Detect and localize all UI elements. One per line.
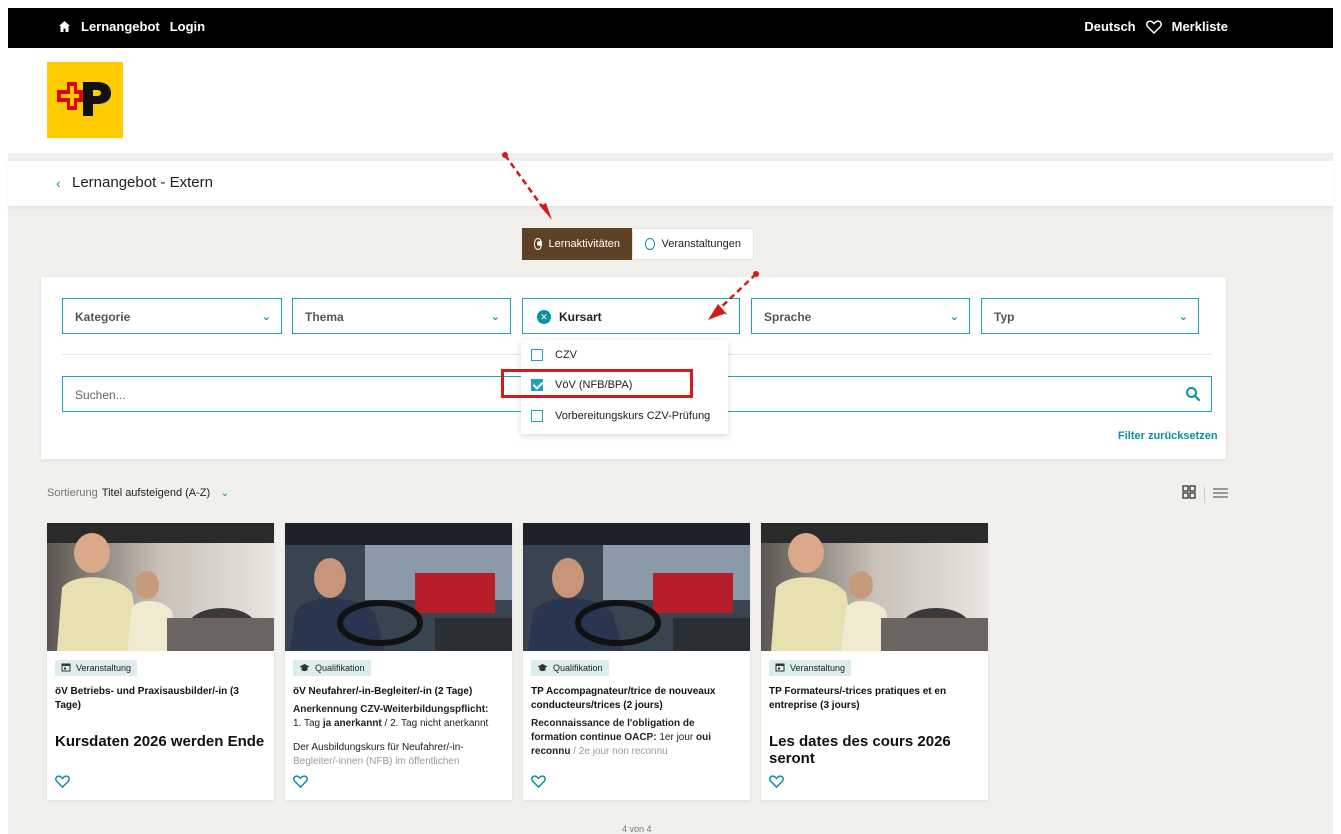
calendar-icon — [61, 662, 71, 674]
type-badge: Qualifikation — [293, 660, 371, 676]
course-image — [285, 523, 512, 651]
chevron-down-icon: ⌄ — [949, 311, 959, 323]
heart-icon[interactable] — [531, 775, 546, 789]
card-title[interactable]: TP Accompagnateur/trice de nouveaux cond… — [531, 685, 736, 713]
card-title[interactable]: öV Betriebs- und Praxisausbilder/-in (3 … — [55, 685, 260, 713]
search-placeholder: Suchen... — [75, 388, 126, 402]
filter-kursart-label: Kursart — [559, 310, 602, 324]
tab-veranstaltungen[interactable]: Veranstaltungen — [632, 228, 754, 260]
list-view-icon[interactable] — [1213, 486, 1228, 504]
chevron-left-icon[interactable]: ‹ — [56, 175, 61, 191]
card-body-bold: ja anerkannt — [322, 718, 382, 729]
chevron-up-icon: ⌃ — [719, 311, 729, 323]
calendar-icon — [775, 662, 785, 674]
pagination-count: 4 von 4 — [622, 824, 652, 834]
badge-label: Veranstaltung — [790, 663, 846, 673]
filter-kategorie[interactable]: Kategorie ⌄ — [62, 298, 282, 334]
heart-icon[interactable] — [769, 775, 784, 789]
card-description: Anerkennung CZV-Weiterbildungspflicht: 1… — [293, 703, 505, 731]
option-label: CZV — [555, 349, 577, 361]
filter-kategorie-label: Kategorie — [75, 310, 131, 324]
course-card[interactable]: Veranstaltung TP Formateurs/-trices prat… — [761, 523, 988, 800]
dropdown-option-vorbereitungskurs[interactable]: Vorbereitungskurs CZV-Prüfung — [531, 410, 710, 422]
filter-typ[interactable]: Typ ⌄ — [981, 298, 1199, 334]
heart-icon[interactable] — [55, 775, 70, 789]
tab-lernaktivitaeten-label: Lernaktivitäten — [548, 238, 620, 250]
heart-icon[interactable] — [1145, 19, 1162, 34]
filter-kursart[interactable]: ✕ Kursart ⌃ — [522, 298, 740, 334]
course-card[interactable]: Qualifikation öV Neufahrer/-in-Begleiter… — [285, 523, 512, 800]
filter-typ-label: Typ — [994, 310, 1015, 324]
course-image — [523, 523, 750, 651]
type-badge: Veranstaltung — [55, 660, 138, 676]
sort-label: Sortierung — [47, 486, 98, 499]
view-switcher — [1182, 485, 1228, 504]
badge-label: Qualifikation — [553, 663, 603, 673]
card-body-bold: Anerkennung CZV-Weiterbildungspflicht: — [293, 704, 489, 715]
card-body-text: / 2. Tag nicht anerkannt — [381, 718, 489, 729]
home-icon[interactable] — [58, 20, 71, 33]
type-badge: Veranstaltung — [769, 660, 852, 676]
card-highlight-text: Kursdaten 2026 werden Ende — [55, 733, 265, 750]
highlight-box — [501, 369, 693, 398]
course-card[interactable]: Qualifikation TP Accompagnateur/trice de… — [523, 523, 750, 800]
tab-lernaktivitaeten[interactable]: Lernaktivitäten — [522, 228, 632, 260]
option-label: Vorbereitungskurs CZV-Prüfung — [555, 410, 711, 422]
course-card[interactable]: Veranstaltung öV Betriebs- und Praxisaus… — [47, 523, 274, 800]
nav-lernangebot[interactable]: Lernangebot — [81, 19, 160, 34]
divider — [1204, 486, 1205, 503]
filter-sprache-label: Sprache — [764, 310, 812, 324]
course-image — [761, 523, 988, 651]
card-description: Reconnaissance de l'obligation de format… — [531, 717, 743, 759]
card-summary-text: Der Ausbildungskurs für Neufahrer/-in- — [293, 742, 464, 753]
card-highlight-text: Les dates des cours 2026 seront — [769, 733, 951, 767]
post-logo[interactable] — [47, 62, 123, 138]
tab-veranstaltungen-label: Veranstaltungen — [661, 238, 741, 250]
card-summary: Der Ausbildungskurs für Neufahrer/-in- B… — [293, 741, 505, 769]
sort-value: Titel aufsteigend (A-Z) — [101, 486, 211, 499]
card-body-text: 1er jour — [656, 732, 697, 743]
graduation-cap-icon — [537, 663, 548, 674]
view-toggle: Lernaktivitäten Veranstaltungen — [522, 228, 754, 260]
dropdown-option-czv[interactable]: CZV — [531, 349, 577, 361]
chevron-down-icon: ⌄ — [490, 311, 500, 323]
card-title[interactable]: TP Formateurs/-trices pratiques et en en… — [769, 685, 974, 713]
reset-filters-link[interactable]: Filter zurücksetzen — [1118, 430, 1218, 442]
checkbox-icon[interactable] — [531, 410, 543, 422]
language-selector[interactable]: Deutsch — [1084, 19, 1135, 34]
card-body-text: 1. Tag — [293, 718, 323, 729]
nav-login[interactable]: Login — [170, 19, 205, 34]
breadcrumb: ‹ Lernangebot - Extern — [8, 161, 1333, 206]
checkbox-icon[interactable] — [531, 349, 543, 361]
card-title[interactable]: öV Neufahrer/-in-Begleiter/-in (2 Tage) — [293, 685, 498, 699]
radio-unselected-icon — [645, 238, 656, 250]
clear-filter-icon[interactable]: ✕ — [537, 310, 551, 324]
chevron-down-icon: ⌄ — [261, 311, 271, 323]
nav-merkliste[interactable]: Merkliste — [1172, 19, 1228, 34]
badge-label: Veranstaltung — [76, 663, 132, 673]
graduation-cap-icon — [299, 663, 310, 674]
radio-selected-icon — [534, 238, 543, 250]
top-navigation-bar: Lernangebot Login Deutsch Merkliste — [8, 8, 1333, 48]
badge-label: Qualifikation — [315, 663, 365, 673]
chevron-down-icon: ⌄ — [1178, 311, 1188, 323]
card-summary-fade: Begleiter/-innen (NFB) im öffentlichen — [293, 756, 460, 767]
filter-thema-label: Thema — [305, 310, 344, 324]
search-icon[interactable] — [1185, 386, 1201, 402]
heart-icon[interactable] — [293, 775, 308, 789]
course-image — [47, 523, 274, 651]
filter-thema[interactable]: Thema ⌄ — [292, 298, 511, 334]
chevron-down-icon: ⌄ — [220, 487, 230, 499]
grid-view-icon[interactable] — [1182, 485, 1196, 504]
page-title: Lernangebot - Extern — [72, 174, 213, 191]
type-badge: Qualifikation — [531, 660, 609, 676]
filter-sprache[interactable]: Sprache ⌄ — [751, 298, 970, 334]
card-body-fade: / 2e jour non reconnu — [570, 746, 668, 757]
sort-control[interactable]: Sortierung Titel aufsteigend (A-Z) ⌄ — [47, 486, 230, 500]
